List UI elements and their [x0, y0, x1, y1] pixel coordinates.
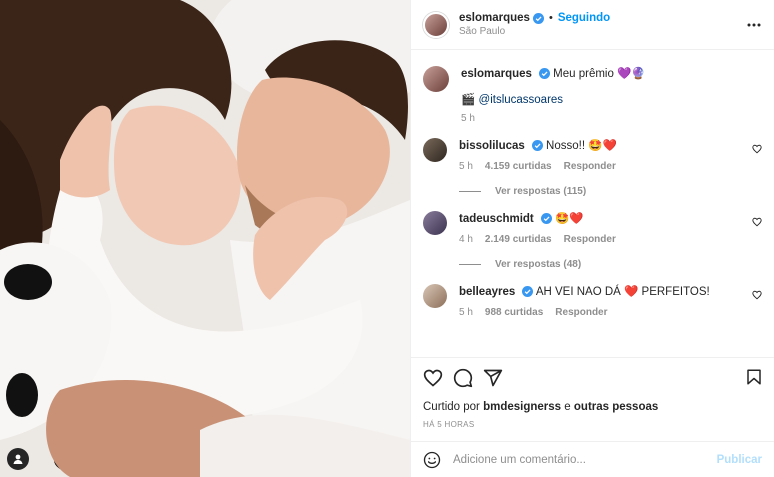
caption-mention[interactable]: 🎬 @itslucassoares — [461, 92, 762, 106]
comment-icon[interactable] — [453, 368, 473, 388]
follow-status-button[interactable]: Seguindo — [558, 12, 610, 24]
view-replies-label: Ver respostas (48) — [495, 259, 582, 270]
bookmark-icon[interactable] — [745, 368, 763, 386]
commenter-avatar[interactable] — [423, 211, 447, 235]
heart-icon[interactable] — [423, 368, 443, 388]
liked-by-summary: Curtido por bmdesignerss e outras pessoa… — [423, 401, 762, 413]
caption-text: Meu prêmio 💜🔮 — [553, 68, 646, 80]
emoji-icon[interactable] — [423, 451, 441, 469]
header-separator: • — [548, 12, 553, 24]
heart-icon[interactable] — [752, 144, 762, 154]
share-icon[interactable] — [483, 368, 503, 388]
liked-by-user[interactable]: bmdesignerss — [483, 401, 561, 413]
more-options-icon[interactable] — [746, 17, 762, 33]
reply-button[interactable]: Responder — [564, 161, 616, 172]
reply-button[interactable]: Responder — [564, 234, 616, 245]
user-tag-icon — [13, 454, 23, 464]
heart-icon[interactable] — [752, 290, 762, 300]
verified-badge-icon — [538, 68, 550, 80]
add-comment-bar: Publicar — [411, 441, 774, 477]
comments-list[interactable]: eslomarques Meu prêmio 💜🔮 🎬 @itslucassoa… — [411, 50, 774, 357]
commenter-avatar[interactable] — [423, 138, 447, 162]
caption-time[interactable]: 5 h — [461, 113, 475, 124]
comment-text: 🤩❤️ — [554, 213, 584, 225]
commenter-username[interactable]: tadeuschmidt — [459, 213, 534, 225]
author-info: eslomarques • Seguindo São Paulo — [459, 12, 610, 37]
caption-username[interactable]: eslomarques — [461, 68, 532, 80]
comment-text: AH VEI NAO DÁ ❤️ PERFEITOS! — [535, 286, 710, 298]
post-header: eslomarques • Seguindo São Paulo — [411, 0, 774, 50]
comment-time[interactable]: 4 h — [459, 234, 473, 245]
comment-input[interactable] — [453, 453, 717, 466]
verified-badge-icon — [531, 140, 543, 152]
caption-author-avatar[interactable] — [423, 66, 449, 92]
verified-badge-icon — [540, 213, 552, 225]
comment-item: tadeuschmidt 🤩❤️ 4 h 2.149 curtidas Resp… — [423, 211, 762, 245]
author-avatar[interactable] — [423, 11, 449, 38]
couple-photo-illustration — [0, 0, 410, 477]
publish-button[interactable]: Publicar — [717, 454, 762, 466]
post-actions: Curtido por bmdesignerss e outras pessoa… — [411, 357, 774, 441]
comment-text: Nosso!! 🤩❤️ — [546, 140, 617, 152]
author-line: eslomarques • Seguindo — [459, 12, 610, 24]
comment-item: bissolilucas Nosso!! 🤩❤️ 5 h 4.159 curti… — [423, 138, 762, 172]
view-replies-button[interactable]: Ver respostas (48) — [459, 259, 762, 270]
liked-by-joiner: e — [564, 401, 571, 413]
post-photo[interactable] — [0, 0, 410, 477]
comment-likes[interactable]: 988 curtidas — [485, 307, 543, 318]
comment-time[interactable]: 5 h — [459, 161, 473, 172]
comment-item: belleayres AH VEI NAO DÁ ❤️ PERFEITOS! 5… — [423, 284, 762, 318]
comment-time[interactable]: 5 h — [459, 307, 473, 318]
verified-badge-icon — [532, 12, 544, 24]
commenter-username[interactable]: belleayres — [459, 286, 515, 298]
comment-likes[interactable]: 4.159 curtidas — [485, 161, 552, 172]
post-timestamp[interactable]: HÁ 5 HORAS — [423, 420, 762, 429]
post-location[interactable]: São Paulo — [459, 26, 610, 37]
comment-likes[interactable]: 2.149 curtidas — [485, 234, 552, 245]
reply-button[interactable]: Responder — [555, 307, 607, 318]
liked-by-others[interactable]: outras pessoas — [574, 401, 658, 413]
post-caption: eslomarques Meu prêmio 💜🔮 🎬 @itslucassoa… — [423, 50, 762, 124]
author-username[interactable]: eslomarques — [459, 12, 530, 24]
verified-badge-icon — [522, 286, 534, 298]
instagram-post-modal: eslomarques • Seguindo São Paulo eslomar… — [0, 0, 774, 477]
liked-by-prefix: Curtido por — [423, 401, 480, 413]
post-side-panel: eslomarques • Seguindo São Paulo eslomar… — [410, 0, 774, 477]
commenter-avatar[interactable] — [423, 284, 447, 308]
view-replies-button[interactable]: Ver respostas (115) — [459, 186, 762, 197]
user-tag-button[interactable] — [7, 448, 29, 470]
commenter-username[interactable]: bissolilucas — [459, 140, 525, 152]
heart-icon[interactable] — [752, 217, 762, 227]
view-replies-label: Ver respostas (115) — [495, 186, 587, 197]
